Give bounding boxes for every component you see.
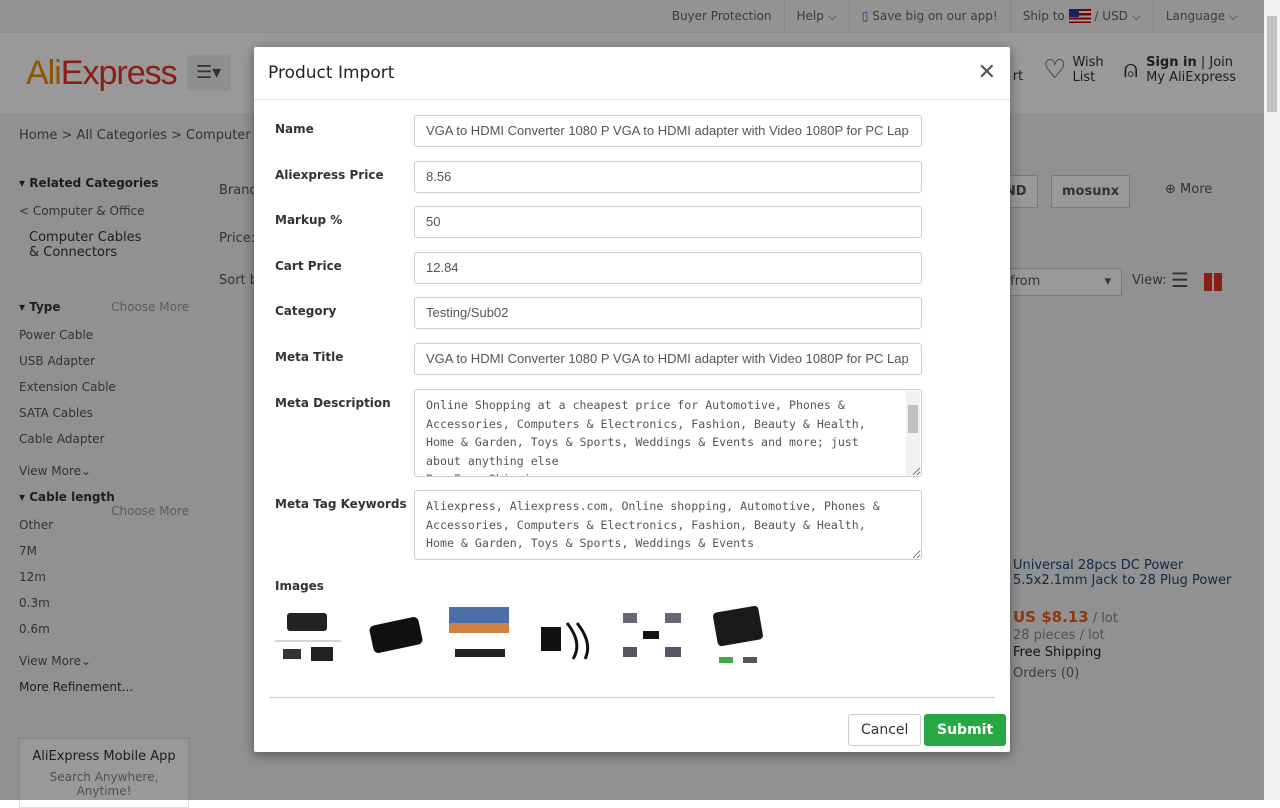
- product-image-thumbnail[interactable]: [447, 603, 513, 669]
- page-scrollbar[interactable]: [1264, 0, 1280, 800]
- product-image-thumbnail[interactable]: [361, 603, 427, 669]
- category-input[interactable]: Testing/Sub02: [414, 297, 922, 329]
- modal-header: Product Import ✕: [254, 47, 1010, 100]
- name-row: Name VGA to HDMI Converter 1080 P VGA to …: [275, 115, 922, 147]
- images-label: Images: [275, 579, 324, 593]
- category-label: Category: [275, 304, 337, 318]
- aliexpress-price-input[interactable]: 8.56: [414, 161, 922, 193]
- meta-keywords-textarea[interactable]: Aliexpress, Aliexpress.com, Online shopp…: [414, 490, 922, 560]
- meta-description-label: Meta Description: [275, 396, 391, 410]
- product-image-thumbnail[interactable]: [705, 603, 771, 669]
- meta-description-textarea[interactable]: Online Shopping at a cheapest price for …: [414, 389, 922, 477]
- product-image-thumbnail[interactable]: [533, 603, 599, 669]
- markup-row: Markup % 50: [275, 206, 922, 238]
- meta-title-row: Meta Title VGA to HDMI Converter 1080 P V…: [275, 343, 922, 375]
- product-import-modal: Product Import ✕ Name VGA to HDMI Convert…: [254, 47, 1010, 752]
- meta-title-label: Meta Title: [275, 350, 344, 364]
- price-row: Aliexpress Price 8.56: [275, 161, 922, 193]
- meta-keywords-label: Meta Tag Keywords: [275, 497, 407, 511]
- meta-description-text: Online Shopping at a cheapest price for …: [426, 398, 866, 476]
- modal-footer-divider: [269, 697, 995, 698]
- category-row: Category Testing/Sub02: [275, 297, 922, 329]
- markup-label: Markup %: [275, 213, 343, 227]
- modal-title: Product Import: [268, 63, 395, 83]
- scrollbar-thumb[interactable]: [1267, 16, 1277, 112]
- cart-price-label: Cart Price: [275, 259, 342, 273]
- name-label: Name: [275, 122, 314, 136]
- markup-input[interactable]: 50: [414, 206, 922, 238]
- product-image-thumbnail[interactable]: [275, 603, 341, 669]
- cart-price-row: Cart Price 12.84: [275, 252, 922, 284]
- cart-price-input[interactable]: 12.84: [414, 252, 922, 284]
- name-input[interactable]: VGA to HDMI Converter 1080 P VGA to HDMI…: [414, 115, 922, 147]
- product-image-thumbnail[interactable]: [619, 603, 685, 669]
- image-gallery: [275, 603, 771, 669]
- textarea-scrollbar[interactable]: [906, 391, 920, 475]
- meta-keywords-row: Meta Tag Keywords Aliexpress, Aliexpress.…: [275, 490, 922, 560]
- meta-title-input[interactable]: VGA to HDMI Converter 1080 P VGA to HDMI…: [414, 343, 922, 375]
- close-icon[interactable]: ✕: [978, 60, 996, 85]
- cancel-button[interactable]: Cancel: [848, 714, 922, 746]
- meta-description-row: Meta Description Online Shopping at a che…: [275, 389, 922, 477]
- price-label: Aliexpress Price: [275, 168, 384, 182]
- submit-button[interactable]: Submit: [924, 714, 1007, 746]
